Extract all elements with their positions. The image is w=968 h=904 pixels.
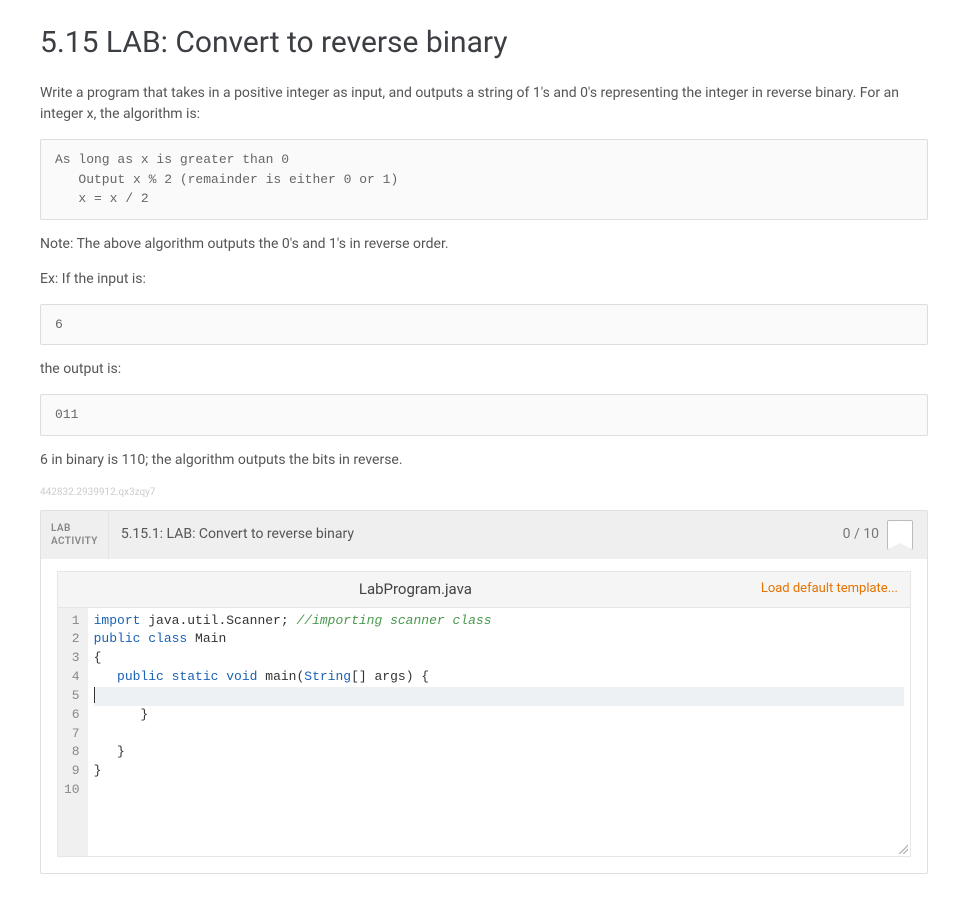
code-line[interactable]	[94, 781, 904, 800]
file-tab[interactable]: LabProgram.java	[70, 578, 761, 601]
example-output-block: 011	[40, 394, 928, 436]
lab-score: 0 / 10	[843, 511, 879, 559]
page-title: 5.15 LAB: Convert to reverse binary	[40, 20, 928, 65]
code-line[interactable]: import java.util.Scanner; //importing sc…	[94, 612, 904, 631]
score-ribbon-icon	[887, 520, 913, 550]
line-gutter: 1 2 3 4 5 6 7 8 9 10	[58, 608, 88, 856]
intro-paragraph: Write a program that takes in a positive…	[40, 83, 928, 125]
code-area[interactable]: import java.util.Scanner; //importing sc…	[88, 608, 910, 856]
example-label: Ex: If the input is:	[40, 269, 928, 290]
output-label: the output is:	[40, 359, 928, 380]
code-line[interactable]: public static void main(String[] args) {	[94, 668, 904, 687]
explanation: 6 in binary is 110; the algorithm output…	[40, 450, 928, 471]
watermark: 442832.2939912.qx3zqy7	[40, 485, 928, 500]
lab-activity-panel: LAB ACTIVITY 5.15.1: LAB: Convert to rev…	[40, 510, 928, 874]
lab-body: LabProgram.java Load default template...…	[41, 559, 927, 873]
code-line[interactable]: }	[94, 706, 904, 725]
code-line[interactable]: }	[94, 743, 904, 762]
lab-header: LAB ACTIVITY 5.15.1: LAB: Convert to rev…	[41, 511, 927, 559]
code-editor[interactable]: 1 2 3 4 5 6 7 8 9 10 import java.util.Sc…	[57, 607, 911, 857]
lab-badge-line1: LAB	[51, 522, 98, 535]
lab-activity-title: 5.15.1: LAB: Convert to reverse binary	[121, 511, 843, 559]
lab-badge: LAB ACTIVITY	[41, 511, 109, 559]
algorithm-note: Note: The above algorithm outputs the 0'…	[40, 234, 928, 255]
lab-badge-line2: ACTIVITY	[51, 535, 98, 548]
code-line[interactable]	[94, 725, 904, 744]
code-line[interactable]: }	[94, 762, 904, 781]
code-line[interactable]: public class Main	[94, 630, 904, 649]
resize-handle-icon[interactable]	[896, 842, 908, 854]
load-default-button[interactable]: Load default template...	[761, 579, 898, 599]
editor-tabbar: LabProgram.java Load default template...	[57, 571, 911, 607]
code-line[interactable]	[94, 687, 904, 706]
example-input-block: 6	[40, 304, 928, 346]
algorithm-block: As long as x is greater than 0 Output x …	[40, 139, 928, 220]
code-line[interactable]: {	[94, 649, 904, 668]
